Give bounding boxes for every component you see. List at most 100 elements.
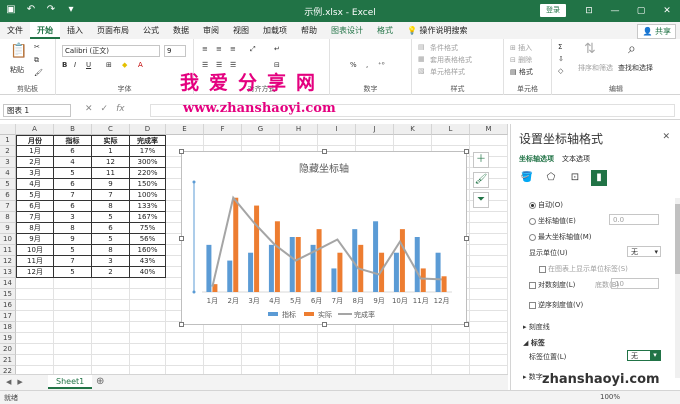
paste-button[interactable]: 粘贴	[10, 65, 24, 75]
undo-icon[interactable]: ↶	[24, 4, 38, 15]
tab-axis-options[interactable]: 坐标轴选项	[519, 154, 554, 164]
font-color-icon[interactable]: A	[138, 61, 143, 69]
table-cell[interactable]	[54, 333, 92, 344]
column-header[interactable]: D	[130, 124, 166, 135]
cut-icon[interactable]: ✂	[34, 43, 40, 51]
chart[interactable]: 隐藏坐标轴 1月 2月 3月 4月 5月 6月 7月 8月 9月 10月 11月 12月 指标 实际 完成率	[179, 149, 469, 327]
table-cell[interactable]	[470, 212, 508, 223]
comma-style-icon[interactable]: ,	[366, 61, 368, 69]
table-cell[interactable]	[394, 135, 432, 146]
clear-icon[interactable]: ◇	[558, 67, 563, 75]
x-tick-label[interactable]: 2月	[228, 297, 239, 305]
table-cell[interactable]	[470, 322, 508, 333]
table-cell[interactable]: 5	[54, 168, 92, 179]
tab-addins[interactable]: 加载项	[256, 22, 294, 39]
row-header[interactable]: 4	[0, 168, 16, 179]
legend-entry[interactable]: 实际	[318, 310, 332, 319]
format-cells-button[interactable]: ▤ 格式	[510, 67, 533, 77]
column-header[interactable]: L	[432, 124, 470, 135]
reverse-checkbox[interactable]: 逆序刻度值(V)	[529, 300, 583, 310]
table-cell[interactable]: 3	[54, 212, 92, 223]
table-cell[interactable]	[394, 344, 432, 355]
x-tick-label[interactable]: 10月	[392, 297, 408, 305]
table-cell[interactable]	[280, 344, 318, 355]
table-cell[interactable]	[130, 300, 166, 311]
x-tick-label[interactable]: 1月	[207, 297, 218, 305]
base-input[interactable]: 10	[611, 278, 659, 289]
table-cell[interactable]	[356, 333, 394, 344]
bar-actual[interactable]	[420, 268, 426, 292]
row-header[interactable]: 3	[0, 157, 16, 168]
table-cell[interactable]: 100%	[130, 190, 166, 201]
x-tick-label[interactable]: 5月	[290, 297, 301, 305]
bar-target[interactable]	[227, 260, 233, 292]
column-header[interactable]: M	[470, 124, 508, 135]
effects-icon[interactable]: ⬠	[543, 170, 559, 186]
bar-actual[interactable]	[254, 205, 260, 292]
table-cell[interactable]	[470, 267, 508, 278]
minimize-button[interactable]: —	[602, 0, 628, 22]
table-cell[interactable]: 6	[92, 223, 130, 234]
table-cell[interactable]: 40%	[130, 267, 166, 278]
axis-value-input[interactable]: 0.0	[609, 214, 659, 225]
cell-style-button[interactable]: 单元格样式	[430, 67, 465, 77]
table-cell[interactable]: 9月	[16, 234, 54, 245]
insert-function-icon[interactable]: fx	[116, 104, 125, 114]
table-cell[interactable]	[54, 366, 92, 374]
table-cell[interactable]	[54, 300, 92, 311]
table-cell[interactable]	[166, 366, 204, 374]
save-icon[interactable]: ▣	[4, 4, 18, 15]
table-cell[interactable]	[356, 366, 394, 374]
tab-review[interactable]: 审阅	[196, 22, 226, 39]
table-cell[interactable]	[318, 135, 356, 146]
add-sheet-button[interactable]: ⊕	[96, 376, 104, 387]
row-header[interactable]: 14	[0, 278, 16, 289]
x-tick-label[interactable]: 3月	[248, 297, 259, 305]
font-name-box[interactable]: Calibri (正文)	[62, 45, 160, 57]
table-cell[interactable]: 56%	[130, 234, 166, 245]
table-cell[interactable]	[16, 333, 54, 344]
row-header[interactable]: 9	[0, 223, 16, 234]
resize-handle[interactable]	[179, 322, 184, 327]
tab-text-options[interactable]: 文本选项	[562, 154, 590, 164]
enter-formula-icon[interactable]: ✓	[101, 104, 109, 114]
bar-actual[interactable]	[295, 237, 301, 292]
scroll-thumb[interactable]	[675, 204, 680, 274]
table-format-button[interactable]: 套用表格格式	[430, 55, 472, 65]
tab-view[interactable]: 视图	[226, 22, 256, 39]
column-header[interactable]: F	[204, 124, 242, 135]
increase-decimal-icon[interactable]: ⁺⁰	[378, 61, 385, 69]
table-cell[interactable]	[92, 278, 130, 289]
table-cell[interactable]: 6月	[16, 201, 54, 212]
table-cell[interactable]: 8	[54, 223, 92, 234]
bold-button[interactable]: B	[62, 61, 67, 69]
table-cell[interactable]	[470, 245, 508, 256]
table-cell[interactable]	[356, 135, 394, 146]
table-cell[interactable]: 6	[54, 146, 92, 157]
table-cell[interactable]	[54, 289, 92, 300]
find-select-button[interactable]: 查找和选择	[618, 63, 653, 73]
tick-marks-section[interactable]: ▸ 刻度线	[523, 322, 550, 332]
radio-axis-value[interactable]: 坐标轴值(E)	[529, 216, 576, 226]
ribbon-display-icon[interactable]: ⊡	[576, 0, 602, 22]
cancel-formula-icon[interactable]: ✕	[85, 104, 93, 114]
fill-icon[interactable]: ⇩	[558, 55, 564, 63]
table-cell[interactable]: 5	[92, 234, 130, 245]
x-tick-label[interactable]: 12月	[434, 297, 450, 305]
table-cell[interactable]: 12月	[16, 267, 54, 278]
table-cell[interactable]	[394, 333, 432, 344]
table-cell[interactable]: 5月	[16, 190, 54, 201]
table-cell[interactable]: 指标	[54, 135, 92, 146]
row-header[interactable]: 12	[0, 256, 16, 267]
zoom-level[interactable]: 100%	[600, 393, 620, 401]
table-cell[interactable]	[92, 355, 130, 366]
row-header[interactable]: 11	[0, 245, 16, 256]
wrap-text-icon[interactable]: ↵	[274, 45, 280, 53]
row-header[interactable]: 18	[0, 322, 16, 333]
table-cell[interactable]	[318, 366, 356, 374]
bar-actual[interactable]	[399, 229, 405, 292]
login-button[interactable]: 登录	[540, 4, 566, 17]
x-tick-label[interactable]: 11月	[413, 297, 429, 305]
table-cell[interactable]	[16, 278, 54, 289]
table-cell[interactable]: 1	[92, 146, 130, 157]
